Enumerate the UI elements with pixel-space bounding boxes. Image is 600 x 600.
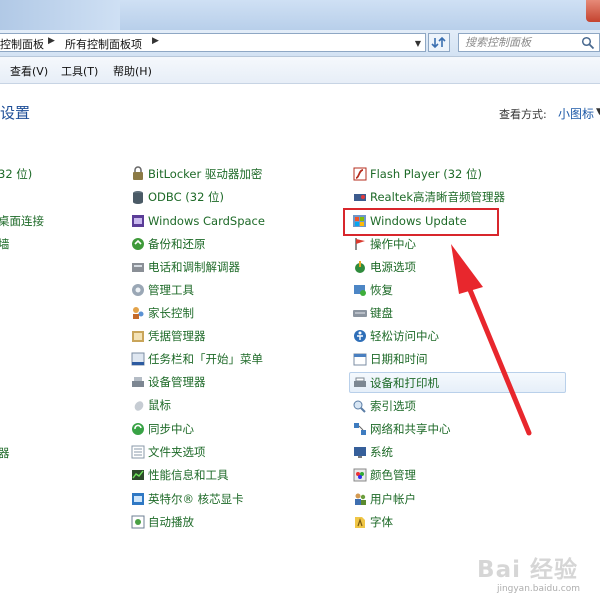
breadcrumb-separator-icon[interactable]: ▶ bbox=[152, 36, 159, 46]
address-history-dropdown-icon[interactable]: ▼ bbox=[412, 37, 424, 50]
indexing-icon bbox=[353, 400, 366, 413]
annotation-arrow bbox=[451, 244, 532, 436]
address-row: 控制面板 ▶ 所有控制面板项 ▶ ▼ bbox=[0, 30, 600, 57]
autoplay-icon bbox=[131, 515, 145, 529]
baidu-watermark: Bai 经验 jingyan.baidu.com bbox=[458, 548, 600, 600]
menu-tools[interactable]: 工具(T) bbox=[61, 63, 98, 79]
credential-icon bbox=[132, 331, 144, 342]
titlebar-glass bbox=[0, 0, 120, 30]
ease-of-access-icon bbox=[354, 330, 366, 342]
breadcrumb-all-items[interactable]: 所有控制面板项 bbox=[65, 36, 142, 52]
view-by-label: 查看方式: bbox=[499, 108, 547, 121]
menu-bar: 查看(V) 工具(T) 帮助(H) bbox=[0, 57, 600, 84]
address-bar[interactable]: 控制面板 ▶ 所有控制面板项 ▶ ▼ bbox=[0, 33, 426, 52]
menu-help[interactable]: 帮助(H) bbox=[113, 63, 152, 79]
system-icon bbox=[354, 447, 366, 458]
odbc-icon bbox=[133, 191, 143, 204]
page-title: 设置 bbox=[0, 104, 31, 122]
watermark-url: jingyan.baidu.com bbox=[496, 584, 580, 594]
watermark-text: Bai 经验 bbox=[477, 557, 578, 583]
breadcrumb-control-panel[interactable]: 控制面板 bbox=[0, 36, 44, 52]
folder-options-icon bbox=[131, 445, 145, 459]
sync-icon bbox=[132, 423, 144, 435]
action-center-icon bbox=[355, 238, 365, 250]
search-box[interactable] bbox=[458, 33, 600, 52]
flash-icon bbox=[353, 167, 367, 181]
user-accounts-icon bbox=[355, 493, 366, 505]
windows-update-highlight-box bbox=[343, 208, 499, 236]
search-input[interactable] bbox=[459, 34, 585, 50]
search-icon[interactable] bbox=[581, 36, 595, 50]
date-time-icon bbox=[353, 353, 367, 366]
fonts-icon bbox=[355, 517, 365, 528]
refresh-icon bbox=[431, 36, 446, 49]
phone-modem-icon bbox=[132, 263, 144, 272]
device-manager-icon bbox=[132, 377, 144, 387]
chevron-down-icon[interactable]: ▼ bbox=[596, 107, 600, 117]
admin-tools-icon bbox=[132, 284, 144, 296]
breadcrumb-separator-icon[interactable]: ▶ bbox=[48, 36, 55, 46]
devices-printers-icon bbox=[354, 377, 366, 387]
intel-graphics-icon bbox=[132, 493, 144, 505]
window-titlebar bbox=[0, 0, 600, 30]
network-icon bbox=[354, 423, 366, 435]
mouse-icon bbox=[134, 401, 144, 411]
backup-icon bbox=[132, 238, 144, 250]
keyboard-icon bbox=[353, 310, 367, 317]
color-management-icon bbox=[353, 468, 367, 482]
bitlocker-icon bbox=[133, 166, 143, 180]
power-icon bbox=[355, 261, 365, 273]
performance-icon bbox=[132, 470, 144, 480]
menu-view[interactable]: 查看(V) bbox=[10, 63, 48, 79]
close-button[interactable] bbox=[586, 0, 600, 22]
recovery-icon bbox=[354, 285, 366, 296]
parental-control-icon bbox=[133, 307, 144, 319]
cardspace-icon bbox=[132, 215, 144, 227]
taskbar-icon bbox=[131, 352, 145, 366]
realtek-icon bbox=[354, 194, 366, 201]
refresh-button[interactable] bbox=[428, 33, 450, 52]
view-by-dropdown[interactable]: 小图标 bbox=[558, 105, 594, 122]
